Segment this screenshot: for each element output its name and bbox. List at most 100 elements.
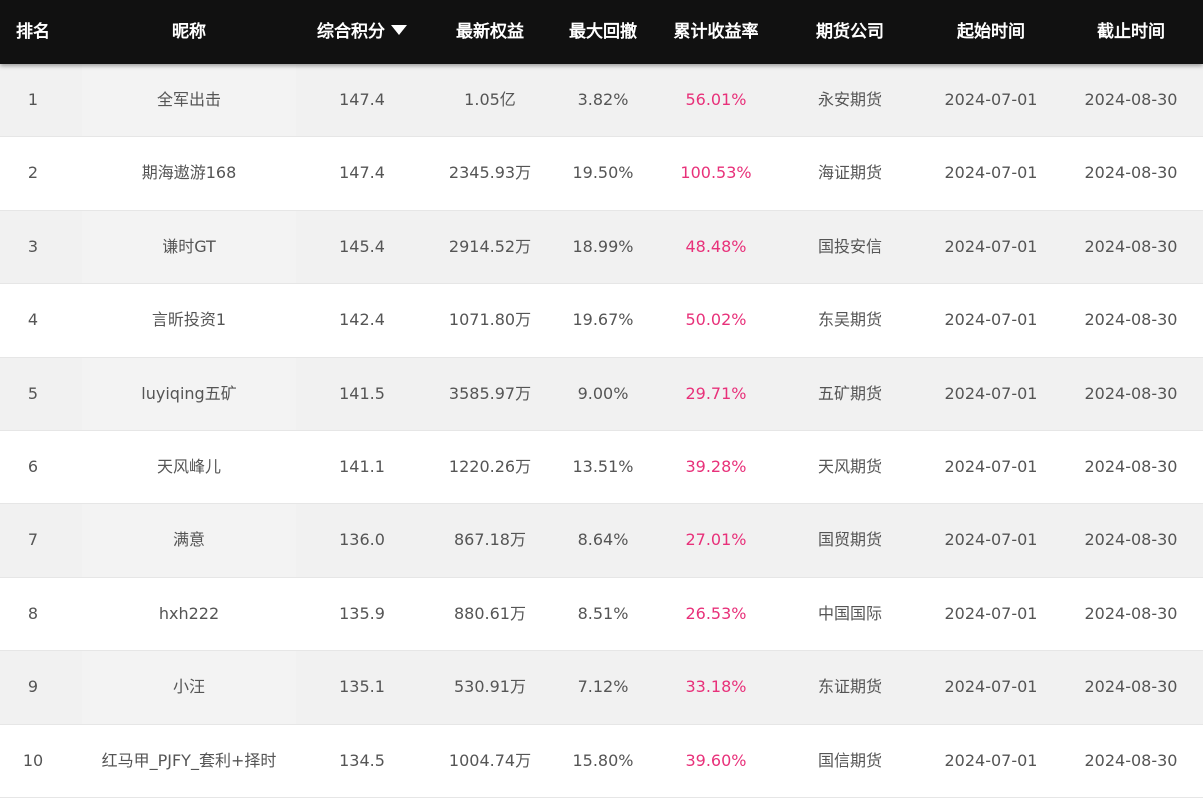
start-time-cell: 2024-07-01 xyxy=(944,603,1038,623)
nickname-cell[interactable]: 天风峰儿 xyxy=(82,431,296,503)
header-start-time[interactable]: 起始时间 xyxy=(928,0,1054,64)
end-time-cell: 2024-08-30 xyxy=(1084,310,1178,330)
nickname-cell[interactable]: 全军出击 xyxy=(82,64,296,136)
start-time-cell: 2024-07-01 xyxy=(944,236,1038,256)
start-time-cell: 2024-07-01 xyxy=(944,750,1038,770)
table-row[interactable]: 3 谦时GT 145.4 2914.52万 18.99% 48.48% 国投安信… xyxy=(0,210,1203,285)
max-drawdown-cell: 19.50% xyxy=(572,163,634,183)
equity-cell: 1004.74万 xyxy=(448,750,532,770)
start-time-cell: 2024-07-01 xyxy=(944,90,1038,109)
return-cell: 33.18% xyxy=(685,677,747,697)
equity-cell: 867.18万 xyxy=(454,530,526,550)
return-cell: 26.53% xyxy=(685,603,747,623)
nickname-cell[interactable]: 红马甲_PJFY_套利+择时 xyxy=(82,725,296,797)
header-rank[interactable]: 排名 xyxy=(0,0,66,64)
company-cell: 东证期货 xyxy=(817,677,882,697)
return-cell: 27.01% xyxy=(685,530,747,550)
score-cell: 147.4 xyxy=(339,90,385,109)
table-row[interactable]: 8 hxh222 135.9 880.61万 8.51% 26.53% 中国国际… xyxy=(0,577,1203,652)
end-time-cell: 2024-08-30 xyxy=(1084,750,1178,770)
rank-cell: 6 xyxy=(27,456,39,476)
equity-cell: 880.61万 xyxy=(454,603,526,623)
header-score-sortable[interactable]: 综合积分 xyxy=(310,0,414,64)
header-score-label: 综合积分 xyxy=(317,22,385,42)
table-row[interactable]: 7 满意 136.0 867.18万 8.64% 27.01% 国贸期货 202… xyxy=(0,504,1203,578)
company-cell: 国贸期货 xyxy=(817,530,882,550)
start-time-cell: 2024-07-01 xyxy=(944,456,1038,476)
rank-cell: 8 xyxy=(27,603,39,623)
max-drawdown-cell: 15.80% xyxy=(572,750,634,770)
score-cell: 135.9 xyxy=(339,603,385,623)
score-cell: 141.1 xyxy=(339,456,385,476)
company-cell: 中国国际 xyxy=(817,603,882,623)
table-header: 排名 昵称 综合积分 最新权益 最大回撤 累计收益率 期货公司 起始时间 截止时… xyxy=(0,0,1203,64)
return-cell: 39.60% xyxy=(685,750,747,770)
rank-cell: 10 xyxy=(22,750,44,770)
equity-cell: 1.05亿 xyxy=(464,90,516,109)
nickname-cell[interactable]: 小汪 xyxy=(82,651,296,723)
equity-cell: 3585.97万 xyxy=(448,383,532,403)
company-cell: 国信期货 xyxy=(817,750,882,770)
start-time-cell: 2024-07-01 xyxy=(944,310,1038,330)
rank-cell: 1 xyxy=(27,90,39,109)
rank-cell: 7 xyxy=(27,530,39,550)
table-row[interactable]: 4 言昕投资1 142.4 1071.80万 19.67% 50.02% 东吴期… xyxy=(0,284,1203,358)
rank-cell: 4 xyxy=(27,310,39,330)
header-end-time[interactable]: 截止时间 xyxy=(1066,0,1196,64)
score-cell: 145.4 xyxy=(339,236,385,256)
nickname-cell[interactable]: 谦时GT xyxy=(82,211,296,283)
return-cell: 50.02% xyxy=(685,310,747,330)
table-row[interactable]: 2 期海遨游168 147.4 2345.93万 19.50% 100.53% … xyxy=(0,137,1203,211)
nickname-cell[interactable]: 言昕投资1 xyxy=(82,284,296,356)
max-drawdown-cell: 18.99% xyxy=(572,236,634,256)
end-time-cell: 2024-08-30 xyxy=(1084,163,1178,183)
table-row[interactable]: 6 天风峰儿 141.1 1220.26万 13.51% 39.28% 天风期货… xyxy=(0,430,1203,505)
rank-cell: 3 xyxy=(27,236,39,256)
start-time-cell: 2024-07-01 xyxy=(944,530,1038,550)
start-time-cell: 2024-07-01 xyxy=(944,383,1038,403)
table-row[interactable]: 10 红马甲_PJFY_套利+择时 134.5 1004.74万 15.80% … xyxy=(0,724,1203,798)
start-time-cell: 2024-07-01 xyxy=(944,677,1038,697)
return-cell: 48.48% xyxy=(685,236,747,256)
header-return[interactable]: 累计收益率 xyxy=(660,0,772,64)
score-cell: 141.5 xyxy=(339,383,385,403)
table-row[interactable]: 1 全军出击 147.4 1.05亿 3.82% 56.01% 永安期货 202… xyxy=(0,64,1203,138)
rank-cell: 2 xyxy=(27,163,39,183)
return-cell: 39.28% xyxy=(685,456,747,476)
header-company[interactable]: 期货公司 xyxy=(788,0,912,64)
equity-cell: 1071.80万 xyxy=(448,310,532,330)
nickname-cell[interactable]: luyiqing五矿 xyxy=(82,358,296,430)
company-cell: 国投安信 xyxy=(817,236,882,256)
header-max-drawdown[interactable]: 最大回撤 xyxy=(552,0,654,64)
max-drawdown-cell: 3.82% xyxy=(577,90,629,109)
score-cell: 142.4 xyxy=(339,310,385,330)
nickname-cell[interactable]: 期海遨游168 xyxy=(82,137,296,209)
end-time-cell: 2024-08-30 xyxy=(1084,90,1178,109)
caret-down-icon[interactable] xyxy=(391,25,407,35)
equity-cell: 2914.52万 xyxy=(448,236,532,256)
end-time-cell: 2024-08-30 xyxy=(1084,236,1178,256)
nickname-cell[interactable]: 满意 xyxy=(82,504,296,576)
company-cell: 五矿期货 xyxy=(817,383,882,403)
return-cell: 56.01% xyxy=(685,90,747,109)
table-row[interactable]: 9 小汪 135.1 530.91万 7.12% 33.18% 东证期货 202… xyxy=(0,651,1203,725)
score-cell: 147.4 xyxy=(339,163,385,183)
equity-cell: 530.91万 xyxy=(454,677,526,697)
score-cell: 136.0 xyxy=(339,530,385,550)
table-row[interactable]: 5 luyiqing五矿 141.5 3585.97万 9.00% 29.71%… xyxy=(0,357,1203,431)
end-time-cell: 2024-08-30 xyxy=(1084,456,1178,476)
company-cell: 海证期货 xyxy=(817,163,882,183)
max-drawdown-cell: 7.12% xyxy=(577,677,629,697)
equity-cell: 1220.26万 xyxy=(448,456,532,476)
header-equity[interactable]: 最新权益 xyxy=(430,0,550,64)
start-time-cell: 2024-07-01 xyxy=(944,163,1038,183)
score-cell: 134.5 xyxy=(339,750,385,770)
company-cell: 天风期货 xyxy=(817,456,882,476)
nickname-cell[interactable]: hxh222 xyxy=(82,578,296,650)
header-nickname[interactable]: 昵称 xyxy=(82,0,296,64)
end-time-cell: 2024-08-30 xyxy=(1084,530,1178,550)
return-cell: 100.53% xyxy=(680,163,752,183)
equity-cell: 2345.93万 xyxy=(448,163,532,183)
max-drawdown-cell: 13.51% xyxy=(572,456,634,476)
max-drawdown-cell: 8.51% xyxy=(577,603,629,623)
